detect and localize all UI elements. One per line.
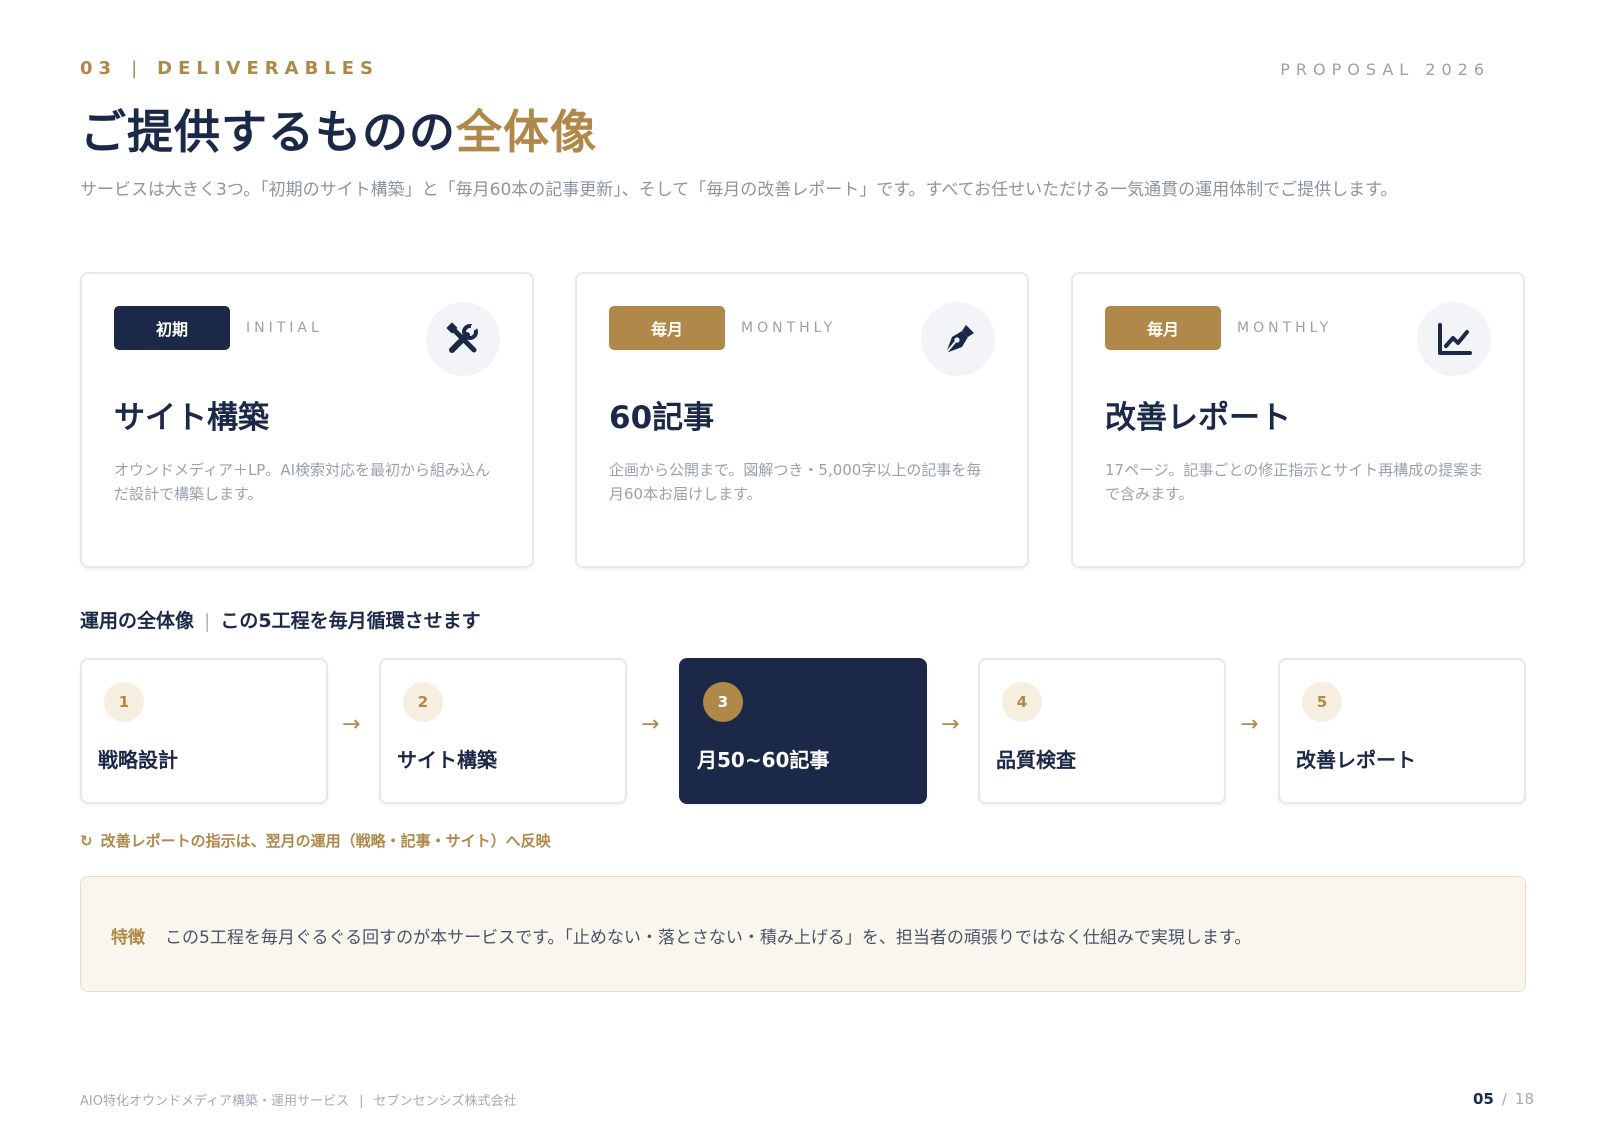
step-number: 3 [703, 682, 743, 722]
loop-icon: ↻ [80, 832, 93, 850]
footer-separator: | [359, 1094, 364, 1109]
card-badge: 毎月 [1105, 306, 1221, 350]
card-badge: 毎月 [609, 306, 725, 350]
card-title: サイト構築 [114, 400, 269, 436]
workflow-step-articles: 3 月50~60記事 [679, 658, 927, 804]
workflow-step-report: 5 改善レポート [1278, 658, 1526, 804]
card-description: オウンドメディア＋LP。AI検索対応を最初から組み込んだ設計で構築します。 [114, 461, 491, 503]
page-separator: / [1501, 1090, 1507, 1108]
line-chart-icon [1417, 302, 1491, 376]
step-label: 戦略設計 [98, 748, 178, 772]
step-label: 改善レポート [1296, 748, 1416, 772]
step-number: 1 [104, 682, 144, 722]
page-title: ご提供するものの全体像 [80, 96, 597, 162]
card-description: 企画から公開まで。図解つき・5,000字以上の記事を毎月60本お届けします。 [609, 461, 982, 503]
arrow-right-icon: → [641, 712, 660, 737]
feature-label: 特徴 [111, 928, 145, 948]
step-number: 5 [1302, 682, 1342, 722]
pen-nib-icon [921, 302, 995, 376]
section-label: DELIVERABLES [157, 58, 380, 79]
step-number: 2 [403, 682, 443, 722]
card-tag: INITIAL [246, 320, 323, 336]
current-page: 05 [1472, 1090, 1494, 1108]
footer-company: セブンセンシズ株式会社 [373, 1094, 517, 1109]
tools-icon [426, 302, 500, 376]
workflow-loop-note: ↻ 改善レポートの指示は、翌月の運用（戦略・記事・サイト）へ反映 [80, 830, 551, 851]
workflow-step-strategy: 1 戦略設計 [80, 658, 328, 804]
workflow-step-quality-check: 4 品質検査 [978, 658, 1226, 804]
step-label: 月50~60記事 [697, 748, 830, 772]
workflow-heading: 運用の全体像 | この5工程を毎月循環させます [80, 606, 481, 633]
workflow-heading-separator: | [204, 610, 211, 632]
proposal-label: PROPOSAL 2026 [1280, 60, 1490, 79]
workflow-heading-main: 運用の全体像 [80, 610, 195, 632]
footer-service-name: AIO特化オウンドメディア構築・運用サービス [80, 1094, 350, 1109]
page-number: 05 / 18 [1473, 1090, 1534, 1108]
section-eyebrow: 03 | DELIVERABLES [80, 58, 379, 79]
arrow-right-icon: → [342, 712, 361, 737]
step-number: 4 [1002, 682, 1042, 722]
arrow-right-icon: → [1240, 712, 1259, 737]
footer-service: AIO特化オウンドメディア構築・運用サービス | セブンセンシズ株式会社 [80, 1090, 516, 1109]
arrow-right-icon: → [941, 712, 960, 737]
feature-text: この5工程を毎月ぐるぐる回すのが本サービスです。「止めない・落とさない・積み上げ… [165, 928, 1252, 948]
workflow-step-site-build: 2 サイト構築 [379, 658, 627, 804]
lead-paragraph: サービスは大きく3つ。「初期のサイト構築」と「毎月60本の記事更新」、そして「毎… [80, 180, 1398, 200]
deliverable-card-articles: 毎月 MONTHLY 60記事 企画から公開まで。図解つき・5,000字以上の記… [575, 272, 1029, 568]
card-tag: MONTHLY [1237, 320, 1333, 336]
section-number: 03 [80, 58, 118, 79]
deliverable-card-report: 毎月 MONTHLY 改善レポート 17ページ。記事ごとの修正指示とサイト再構成… [1071, 272, 1525, 568]
card-description: 17ページ。記事ごとの修正指示とサイト再構成の提案まで含みます。 [1105, 461, 1484, 503]
card-tag: MONTHLY [741, 320, 837, 336]
page-title-accent: 全体像 [456, 105, 597, 159]
workflow-subheading: この5工程を毎月循環させます [220, 610, 481, 632]
card-badge: 初期 [114, 306, 230, 350]
section-separator: | [131, 58, 144, 79]
deliverable-card-site: 初期 INITIAL サイト構築 オウンドメディア＋LP。AI検索対応を最初から… [80, 272, 534, 568]
page-title-main: ご提供するものの [80, 105, 456, 159]
loop-note-text: 改善レポートの指示は、翌月の運用（戦略・記事・サイト）へ反映 [100, 832, 551, 850]
feature-callout: 特徴 この5工程を毎月ぐるぐる回すのが本サービスです。「止めない・落とさない・積… [80, 876, 1526, 992]
step-label: サイト構築 [397, 748, 497, 772]
total-pages: 18 [1514, 1090, 1534, 1108]
step-label: 品質検査 [996, 748, 1076, 772]
card-title: 60記事 [609, 400, 715, 436]
card-title: 改善レポート [1105, 400, 1291, 436]
